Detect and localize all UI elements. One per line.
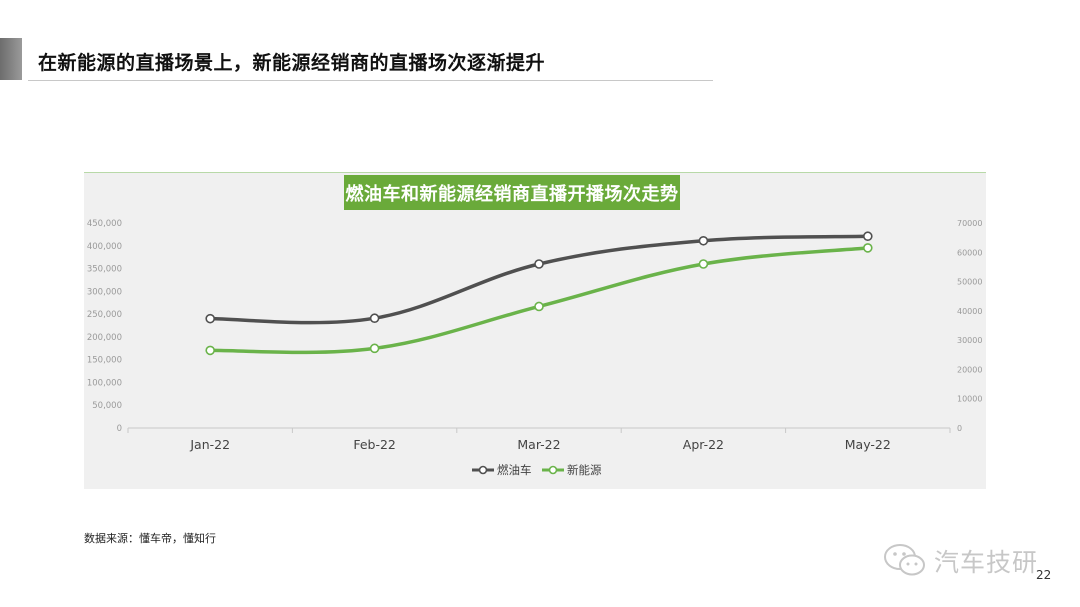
y-left-tick-label: 100,000 — [87, 378, 122, 388]
data-point-nev — [369, 343, 380, 354]
legend-marker-nev — [548, 465, 558, 475]
data-point-nev — [534, 301, 544, 312]
legend-marker-fuel — [478, 465, 488, 475]
x-tick-label: Jan-22 — [189, 437, 230, 452]
y-right-tick-label: 60000 — [957, 248, 982, 257]
data-source-note: 数据来源：懂车帝，懂知行 — [84, 532, 216, 545]
data-point-nev — [698, 259, 709, 269]
watermark-text: 汽车技研 — [934, 548, 1039, 577]
y-left-tick-label: 200,000 — [87, 333, 122, 343]
y-right-tick-label: 70000 — [957, 219, 982, 228]
y-left-tick-label: 150,000 — [87, 356, 122, 366]
y-left-tick-label: 250,000 — [87, 310, 122, 320]
y-left-tick-label: 400,000 — [87, 242, 122, 252]
y-left-tick-label: 350,000 — [87, 265, 122, 275]
data-point-fuel — [369, 313, 380, 324]
line-chart: 0 50,000 100,000 150,000 200,000 250,000 300,0… — [87, 219, 983, 477]
y-right-tick-label: 50000 — [957, 278, 982, 287]
y-right-tick-label: 0 — [957, 424, 962, 433]
y-right-tick-label: 10000 — [957, 395, 982, 404]
y-left-tick-label: 50,000 — [92, 401, 122, 411]
y-right-tick-label: 40000 — [957, 307, 982, 316]
legend-label-nev: 新能源 — [567, 463, 602, 477]
legend-label-fuel: 燃油车 — [497, 463, 532, 477]
x-tick-label: Mar-22 — [517, 437, 560, 452]
data-point-fuel — [205, 313, 215, 324]
x-tick-label: Apr-22 — [683, 437, 724, 452]
data-point-nev — [205, 345, 215, 356]
y-right-tick-label: 20000 — [957, 365, 982, 374]
wechat-icon — [884, 544, 925, 576]
y-left-tick-label: 300,000 — [87, 287, 122, 297]
y-left-tick-label: 0 — [117, 424, 122, 434]
data-point-fuel — [534, 259, 544, 269]
y-left-tick-label: 450,000 — [87, 219, 122, 229]
x-tick-label: May-22 — [845, 437, 891, 452]
x-tick-label: Feb-22 — [353, 437, 396, 452]
y-right-tick-label: 30000 — [957, 336, 982, 345]
data-point-nev — [862, 243, 873, 253]
data-point-fuel — [862, 231, 873, 242]
data-point-fuel — [698, 235, 709, 246]
page-number: 22 — [1036, 568, 1052, 582]
